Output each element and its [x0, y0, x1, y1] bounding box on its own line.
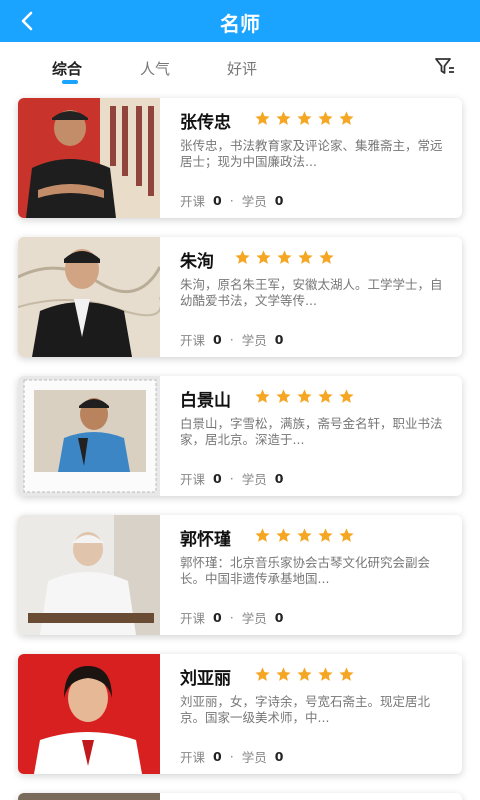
star-icon [255, 111, 270, 125]
teacher-description: 朱洵，原名朱王军，安徽太湖人。工学学士，自幼酷爱书法，文学等传... [180, 277, 443, 308]
students-label: 学员 [241, 194, 267, 209]
star-icon [276, 667, 291, 681]
courses-count: 0 [213, 610, 222, 625]
teacher-name: 张传忠 [180, 113, 231, 133]
courses-label: 开课 [180, 472, 206, 487]
teacher-stats: 开课 0 · 学员 0 [180, 330, 283, 349]
top-app-bar: 名师 [0, 0, 480, 42]
teacher-card[interactable]: 白景山 白景山，字雪松，满族，斋号金名轩，职业书法家，居北京。深造于... 开课… [18, 376, 462, 496]
courses-label: 开课 [180, 333, 206, 348]
star-icon [319, 250, 334, 264]
teacher-description: 郭怀瑾：北京音乐家协会古琴文化研究会副会长。中国非遗传承基地国... [180, 555, 431, 586]
courses-count: 0 [213, 749, 222, 764]
star-icon [297, 111, 312, 125]
star-icon [255, 389, 270, 403]
teacher-stats: 开课 0 · 学员 0 [180, 469, 283, 488]
teacher-card[interactable]: 郭怀瑾 郭怀瑾：北京音乐家协会古琴文化研究会副会长。中国非遗传承基地国... 开… [18, 515, 462, 635]
courses-count: 0 [213, 193, 222, 208]
students-label: 学员 [241, 472, 267, 487]
star-icon [276, 111, 291, 125]
page-title: 名师 [220, 12, 260, 36]
star-icon [276, 389, 291, 403]
star-icon [318, 389, 333, 403]
teacher-stats: 开课 0 · 学员 0 [180, 747, 283, 766]
star-icon [255, 528, 270, 542]
star-icon [339, 389, 354, 403]
star-icon [297, 389, 312, 403]
students-label: 学员 [241, 750, 267, 765]
teacher-name: 刘亚丽 [180, 669, 231, 689]
stats-separator: · [229, 610, 234, 625]
stats-separator: · [229, 749, 234, 764]
star-icon [339, 111, 354, 125]
star-icon [277, 250, 292, 264]
students-count: 0 [274, 610, 284, 625]
tab-popularity[interactable]: 人气 [140, 58, 170, 79]
star-icon [339, 528, 354, 542]
rating-stars [234, 249, 335, 266]
teacher-description: 张传忠，书法教育家及评论家、集雅斋主，常远居士；现为中国廉政法... [180, 138, 443, 169]
star-icon [256, 250, 271, 264]
teacher-name: 朱洵 [180, 252, 214, 272]
students-count: 0 [274, 471, 284, 486]
students-label: 学员 [241, 333, 267, 348]
students-count: 0 [274, 749, 284, 764]
rating-stars [254, 527, 355, 544]
courses-count: 0 [213, 471, 222, 486]
teacher-name: 白景山 [180, 391, 231, 411]
students-count: 0 [274, 193, 284, 208]
tab-bar: 综合 人气 好评 [0, 42, 480, 90]
teacher-card[interactable]: 刘亚丽 刘亚丽，女，字诗余，号宽石斋主。现定居北京。国家一级美术师，中... 开… [18, 654, 462, 774]
star-icon [318, 528, 333, 542]
courses-count: 0 [213, 332, 222, 347]
star-icon [255, 667, 270, 681]
teacher-photo [18, 515, 160, 635]
rating-stars [254, 388, 355, 405]
teacher-card[interactable] [18, 793, 462, 800]
teacher-photo [18, 376, 160, 496]
teacher-card[interactable]: 朱洵 朱洵，原名朱王军，安徽太湖人。工学学士，自幼酷爱书法，文学等传... 开课… [18, 237, 462, 357]
star-icon [276, 528, 291, 542]
courses-label: 开课 [180, 194, 206, 209]
star-icon [297, 528, 312, 542]
students-label: 学员 [241, 611, 267, 626]
courses-label: 开课 [180, 750, 206, 765]
students-count: 0 [274, 332, 284, 347]
teacher-photo [18, 793, 160, 800]
teacher-description: 白景山，字雪松，满族，斋号金名轩，职业书法家，居北京。深造于... [180, 416, 443, 447]
teacher-description: 刘亚丽，女，字诗余，号宽石斋主。现定居北京。国家一级美术师，中... [180, 694, 431, 725]
star-icon [298, 250, 313, 264]
teacher-photo [18, 237, 160, 357]
star-icon [235, 250, 250, 264]
star-icon [339, 667, 354, 681]
teacher-stats: 开课 0 · 学员 0 [180, 608, 283, 627]
tab-comprehensive[interactable]: 综合 [52, 58, 82, 79]
stats-separator: · [229, 193, 234, 208]
rating-stars [254, 666, 355, 683]
teacher-photo [18, 654, 160, 774]
star-icon [297, 667, 312, 681]
teacher-card[interactable]: 张传忠 张传忠，书法教育家及评论家、集雅斋主，常远居士；现为中国廉政法... 开… [18, 98, 462, 218]
teacher-stats: 开课 0 · 学员 0 [180, 191, 283, 210]
teacher-name: 郭怀瑾 [180, 530, 231, 550]
courses-label: 开课 [180, 611, 206, 626]
star-icon [318, 111, 333, 125]
star-icon [318, 667, 333, 681]
active-tab-indicator [62, 80, 78, 84]
stats-separator: · [229, 471, 234, 486]
tab-rating[interactable]: 好评 [227, 58, 257, 79]
teacher-photo [18, 98, 160, 218]
filter-icon[interactable] [434, 56, 456, 78]
rating-stars [254, 110, 355, 127]
stats-separator: · [229, 332, 234, 347]
